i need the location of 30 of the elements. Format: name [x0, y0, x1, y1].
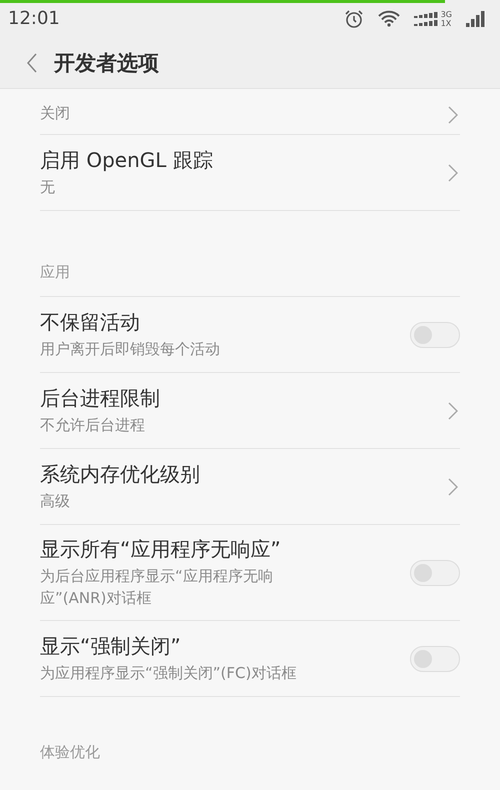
setting-title: 后台进程限制: [40, 385, 161, 412]
wifi-icon: [378, 10, 400, 27]
section-header: 体验优化: [40, 743, 100, 762]
setting-title: 显示“强制关闭”: [40, 633, 182, 660]
status-time: 12:01: [8, 8, 61, 29]
dual-signal-icon: [414, 10, 438, 26]
toggle-switch[interactable]: [410, 560, 460, 586]
setting-summary: 为应用程序显示“强制关闭”(FC)对话框: [40, 663, 298, 684]
alarm-icon: [344, 8, 364, 28]
chevron-right-icon: [448, 478, 458, 496]
chevron-right-icon: [448, 164, 458, 182]
setting-title: 启用 OpenGL 跟踪: [40, 147, 214, 174]
setting-summary: 高级: [40, 491, 71, 512]
network-type: 1X: [440, 18, 452, 28]
setting-summary: 为后台应用程序显示“应用程序无响应”(ANR)对话框: [40, 566, 274, 609]
setting-summary: 用户离开后即销毁每个活动: [40, 339, 221, 360]
setting-summary: 关闭: [40, 103, 71, 124]
toggle-switch[interactable]: [410, 646, 460, 672]
chevron-right-icon: [448, 106, 458, 124]
section-header: 应用: [40, 263, 70, 282]
network-type: 3G: [440, 10, 452, 18]
setting-title: 显示所有“应用程序无响应”: [40, 536, 282, 563]
setting-summary: 无: [40, 177, 56, 198]
signal-icon: [466, 10, 486, 26]
toggle-switch[interactable]: [410, 322, 460, 348]
setting-summary: 不允许后台进程: [40, 415, 146, 436]
setting-title: 系统内存优化级别: [40, 461, 201, 488]
setting-title: 不保留活动: [40, 309, 141, 336]
chevron-right-icon: [448, 402, 458, 420]
page-title: 开发者选项: [54, 50, 159, 76]
